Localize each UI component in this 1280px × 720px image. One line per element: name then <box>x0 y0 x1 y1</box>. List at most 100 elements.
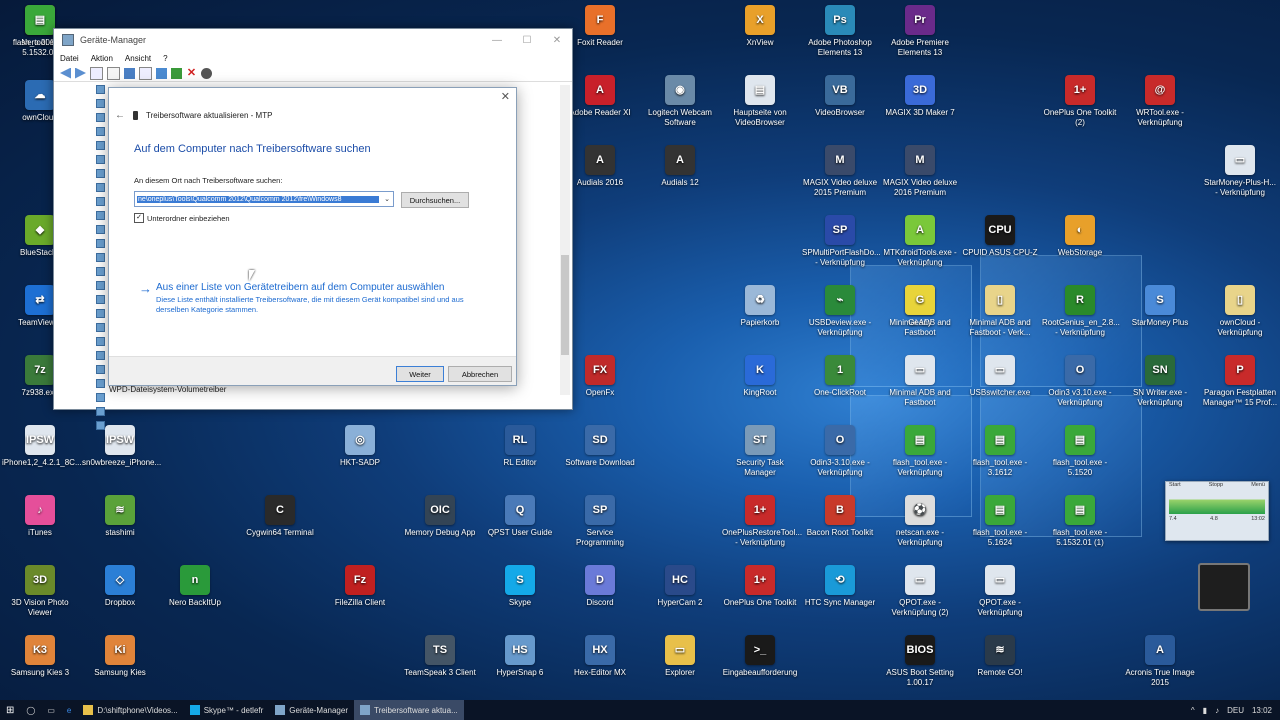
desktop-icon[interactable]: Pr Adobe Premiere Elements 13 <box>882 5 958 58</box>
help-icon[interactable] <box>124 67 135 79</box>
desktop-icon[interactable]: A Adobe Reader XI <box>562 75 638 118</box>
desktop-icon[interactable]: ▤ flash_tool.exe - 5.1624 <box>962 495 1038 548</box>
menu-ansicht[interactable]: Ansicht <box>125 54 151 63</box>
desktop-icon[interactable]: ♻ Papierkorb <box>722 285 798 328</box>
path-value[interactable]: ne\oneplus\Tools\Qualcomm 2012\Qualcomm … <box>137 195 379 203</box>
desktop-icon[interactable]: HS HyperSnap 6 <box>482 635 558 678</box>
browse-button[interactable]: Durchsuchen... <box>401 192 469 208</box>
desktop-icon[interactable]: ⟲ HTC Sync Manager <box>802 565 878 608</box>
dialog-close-icon[interactable]: ✕ <box>501 90 510 103</box>
desktop-icon[interactable]: K3 Samsung Kies 3 <box>2 635 78 678</box>
taskbar-item[interactable]: Geräte-Manager <box>269 700 354 720</box>
monitor-icon[interactable] <box>156 67 167 79</box>
task-view-button[interactable]: ▭ <box>41 700 61 720</box>
desktop-icon[interactable]: TS TeamSpeak 3 Client <box>402 635 478 678</box>
language-indicator[interactable]: DEU <box>1227 706 1244 715</box>
taskbar-item[interactable]: Skype™ - detlefr <box>184 700 270 720</box>
maximize-button[interactable]: ☐ <box>512 29 542 51</box>
desktop-icon[interactable]: SP Service Programming <box>562 495 638 548</box>
desktop-icon[interactable]: ▭ QPOT.exe - Verknüpfung (2) <box>882 565 958 618</box>
desktop-icon[interactable]: ♪ iTunes <box>2 495 78 538</box>
desktop-icon[interactable]: ≋ stashimi <box>82 495 158 538</box>
device-manager-titlebar[interactable]: Geräte-Manager — ☐ ✕ <box>54 29 572 51</box>
desktop-icon[interactable]: X XnView <box>722 5 798 48</box>
network-icon[interactable]: ▮ <box>1203 706 1207 715</box>
desktop-icon[interactable]: Q QPST User Guide <box>482 495 558 538</box>
search-button[interactable]: ◯ <box>20 700 41 720</box>
close-button[interactable]: ✕ <box>542 29 572 51</box>
desktop-icon[interactable]: Fz FileZilla Client <box>322 565 398 608</box>
desktop-icon[interactable]: ▭ QPOT.exe - Verknüpfung <box>962 565 1038 618</box>
link-arrow-icon[interactable]: → <box>139 281 152 296</box>
desktop-icon[interactable]: VB VideoBrowser <box>802 75 878 118</box>
desktop-icon[interactable]: ST Security Task Manager <box>722 425 798 478</box>
menu-help[interactable]: ? <box>163 54 167 63</box>
vertical-scrollbar[interactable] <box>560 85 570 395</box>
desktop-icon[interactable]: F Foxit Reader <box>562 5 638 48</box>
pick-from-list-description[interactable]: Diese Liste enthält installierte Treiber… <box>156 295 476 315</box>
desktop-icon[interactable]: ▭ Minimal ADB and Fastboot <box>882 355 958 408</box>
gadget-stop-button[interactable]: Stopp <box>1209 482 1223 488</box>
desktop-icon[interactable]: RL RL Editor <box>482 425 558 468</box>
desktop-icon[interactable]: 3D MAGIX 3D Maker 7 <box>882 75 958 118</box>
desktop-icon[interactable]: 3D 3D Vision Photo Viewer <box>2 565 78 618</box>
desktop-icon[interactable]: FX OpenFx <box>562 355 638 398</box>
desktop-icon[interactable]: SD Software Download <box>562 425 638 468</box>
desktop-icon[interactable]: HX Hex-Editor MX <box>562 635 638 678</box>
desktop-icon[interactable]: Ki Samsung Kies <box>82 635 158 678</box>
subfolder-checkbox-label[interactable]: Unterordner einbeziehen <box>147 214 230 223</box>
desktop-icon[interactable]: ▤ flash_tool.exe - Verknüpfung <box>882 425 958 478</box>
mini-window-icon[interactable] <box>1198 563 1250 611</box>
desktop-icon[interactable]: @ WRTool.exe - Verknüpfung <box>1122 75 1198 128</box>
desktop-icon[interactable]: ▤ Hauptseite von VideoBrowser <box>722 75 798 128</box>
desktop-icon[interactable]: G Geany <box>882 285 958 328</box>
forward-arrow-icon[interactable] <box>75 67 86 79</box>
desktop-icon[interactable]: ▭ StarMoney-Plus-H... - Verknüpfung <box>1202 145 1278 198</box>
uninstall-icon[interactable]: ✕ <box>186 67 197 79</box>
desktop-icon[interactable]: A MTKdroidTools.exe - Verknüpfung <box>882 215 958 268</box>
desktop-icon[interactable]: S StarMoney Plus <box>1122 285 1198 328</box>
taskbar-item[interactable]: Treibersoftware aktua... <box>354 700 464 720</box>
desktop-icon[interactable]: >_ Eingabeaufforderung <box>722 635 798 678</box>
desktop-icon[interactable]: ▭ Explorer <box>642 635 718 678</box>
update-driver-icon[interactable] <box>171 67 182 79</box>
desktop-icon[interactable]: CPU CPUID ASUS CPU-Z <box>962 215 1038 258</box>
path-combobox[interactable]: ne\oneplus\Tools\Qualcomm 2012\Qualcomm … <box>134 191 394 207</box>
desktop-icon[interactable]: ◉ Logitech Webcam Software <box>642 75 718 128</box>
desktop-icon[interactable]: BIOS ASUS Boot Setting 1.00.17 <box>882 635 958 688</box>
desktop-icon[interactable]: A Audials 2016 <box>562 145 638 188</box>
desktop-icon[interactable]: ▤ flash_tool.exe - 3.1612 <box>962 425 1038 478</box>
device-tree[interactable] <box>96 85 105 430</box>
chevron-down-icon[interactable]: ⌄ <box>381 195 393 203</box>
desktop-icon[interactable]: A Acronis True Image 2015 <box>1122 635 1198 688</box>
desktop-icon[interactable]: D Discord <box>562 565 638 608</box>
subfolder-checkbox[interactable]: ✓ <box>134 213 144 223</box>
desktop-icon[interactable]: S Skype <box>482 565 558 608</box>
download-icon[interactable] <box>201 67 212 79</box>
desktop-icon[interactable]: ▤ flash_tool.exe - 5.1532.01 (1) <box>1042 495 1118 548</box>
minimize-button[interactable]: — <box>482 29 512 51</box>
desktop-icon[interactable]: R RootGenius_en_2.8... - Verknüpfung <box>1042 285 1120 338</box>
desktop-icon[interactable]: OIC Memory Debug App <box>402 495 478 538</box>
desktop-icon[interactable]: ⚽ netscan.exe - Verknüpfung <box>882 495 958 548</box>
cancel-button[interactable]: Abbrechen <box>448 366 512 382</box>
tray-chevron-icon[interactable]: ^ <box>1191 706 1195 715</box>
desktop-icon[interactable]: SN SN Writer.exe - Verknüpfung <box>1122 355 1198 408</box>
desktop-icon[interactable]: ▯ ownCloud - Verknüpfung <box>1202 285 1278 338</box>
desktop-icon[interactable]: ▤ flash_tool.exe - 5.1520 <box>1042 425 1118 478</box>
list-view-icon[interactable] <box>139 66 152 80</box>
menu-aktion[interactable]: Aktion <box>91 54 113 63</box>
edge-button[interactable]: e <box>61 700 77 720</box>
volume-icon[interactable]: ♪ <box>1215 706 1219 715</box>
properties-icon[interactable] <box>107 66 120 80</box>
back-arrow-icon[interactable] <box>60 67 71 79</box>
desktop-icon[interactable]: M MAGIX Video deluxe 2015 Premium <box>802 145 878 198</box>
tree-item-wpd[interactable]: WPD-Dateisystem-Volumetreiber <box>109 385 226 394</box>
desktop-icon[interactable]: O Odin3-3.10.exe - Verknüpfung <box>802 425 878 478</box>
gadget-start-button[interactable]: Start <box>1169 482 1181 488</box>
desktop-icon[interactable]: ⌁ USBDeview.exe - Verknüpfung <box>802 285 878 338</box>
back-arrow-icon[interactable]: ← <box>115 110 125 121</box>
desktop-icon[interactable]: C Cygwin64 Terminal <box>242 495 318 538</box>
desktop-icon[interactable]: ▯ Minimal ADB and Fastboot - Verk... <box>962 285 1038 338</box>
desktop-icon[interactable]: ◐ WebStorage <box>1042 215 1118 258</box>
